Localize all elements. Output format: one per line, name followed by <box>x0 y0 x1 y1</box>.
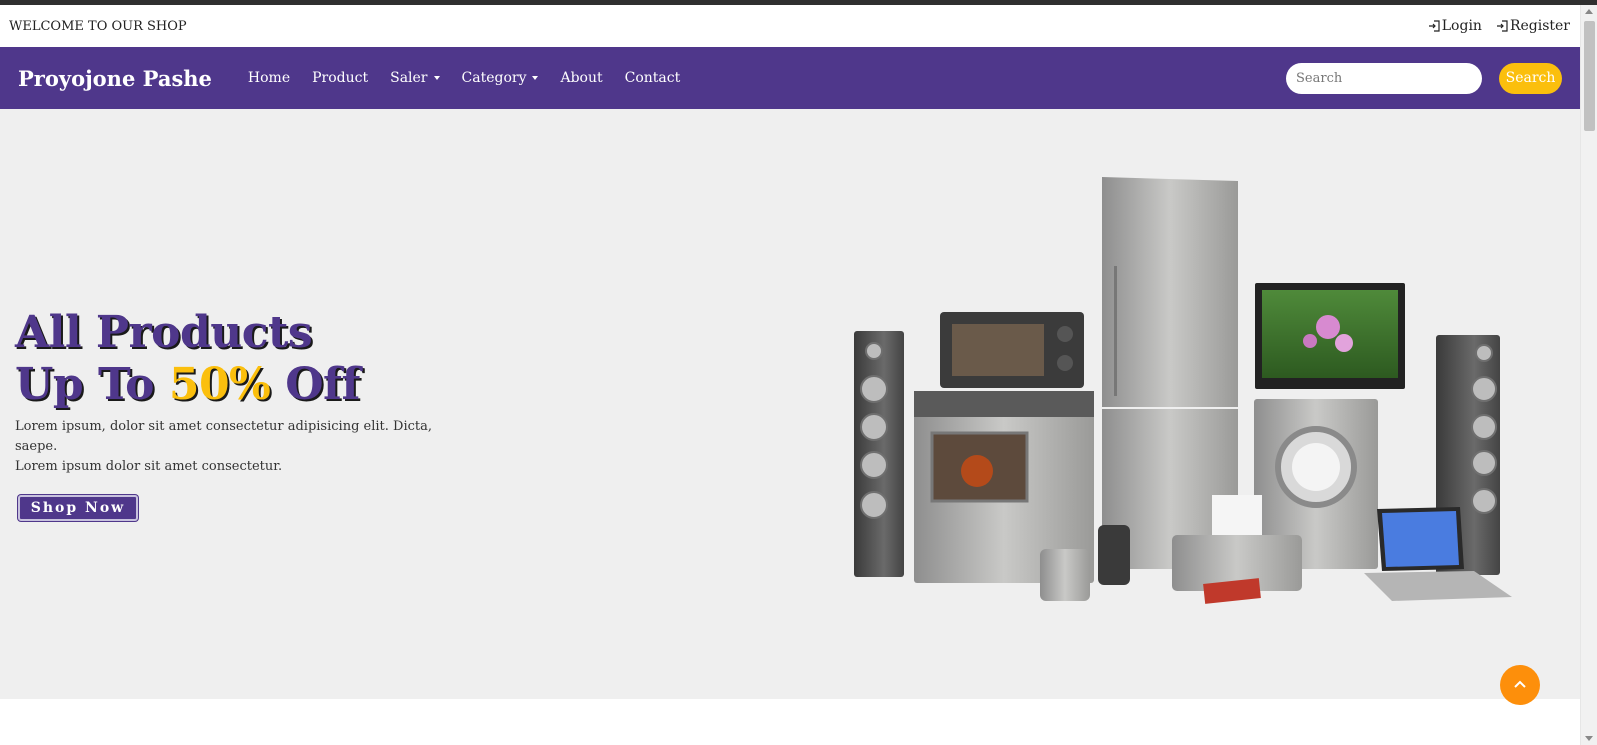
nav-category-dropdown[interactable]: Category <box>462 70 539 86</box>
nav-contact[interactable]: Contact <box>625 70 681 86</box>
hero-desc-line2: Lorem ipsum dolor sit amet consectetur. <box>15 459 283 474</box>
auth-links: Login Register <box>1428 18 1570 34</box>
scroll-down-icon[interactable] <box>1585 736 1593 741</box>
nav-product-label: Product <box>312 70 369 86</box>
nav-saler-dropdown[interactable]: Saler <box>390 70 440 86</box>
login-link[interactable]: Login <box>1428 18 1482 34</box>
login-icon <box>1496 20 1508 32</box>
hero-title: All Products Up To 50% Off <box>15 307 465 411</box>
register-label: Register <box>1509 18 1570 34</box>
hero-title-line1: All Products <box>15 307 313 358</box>
scroll-up-icon[interactable] <box>1585 9 1593 14</box>
chevron-up-icon <box>1514 680 1526 688</box>
hero-description: Lorem ipsum, dolor sit amet consectetur … <box>15 417 465 477</box>
nav-contact-label: Contact <box>624 70 681 86</box>
hero-title-line2: Up To 50% Off <box>15 359 465 411</box>
brand-logo[interactable]: Proyojone Pashe <box>18 66 212 91</box>
search-input[interactable] <box>1286 62 1482 94</box>
hero-appliances-image <box>854 177 1512 604</box>
nav-category-label: Category <box>461 70 527 86</box>
main-navbar: Proyojone Pashe Home Product Saler Categ… <box>0 47 1580 109</box>
nav-about-label: About <box>560 70 603 86</box>
hero-banner: All Products Up To 50% Off Lorem ipsum, … <box>0 109 1580 699</box>
login-icon <box>1428 20 1440 32</box>
caret-down-icon <box>433 76 440 80</box>
search-button[interactable]: Search <box>1499 62 1562 94</box>
hero-discount: 50% <box>168 359 271 410</box>
scroll-thumb[interactable] <box>1584 21 1595 131</box>
shop-now-button[interactable]: Shop Now <box>18 495 138 521</box>
nav-about[interactable]: About <box>560 70 602 86</box>
login-label: Login <box>1441 18 1482 34</box>
page-scrollbar[interactable] <box>1580 5 1597 745</box>
back-to-top-button[interactable] <box>1500 665 1540 705</box>
hero-desc-line1: Lorem ipsum, dolor sit amet consectetur … <box>15 419 432 454</box>
nav-product[interactable]: Product <box>312 70 368 86</box>
nav-links: Home Product Saler Category About Contac… <box>248 70 680 86</box>
nav-home-label: Home <box>247 70 291 86</box>
hero-title-prefix: Up To <box>15 359 155 410</box>
top-bar: WELCOME TO OUR SHOP Login Register <box>0 5 1580 47</box>
hero-title-suffix: Off <box>285 359 360 410</box>
caret-down-icon <box>532 76 539 80</box>
register-link[interactable]: Register <box>1496 18 1570 34</box>
nav-saler-label: Saler <box>390 70 428 86</box>
nav-home[interactable]: Home <box>248 70 290 86</box>
hero-text-block: All Products Up To 50% Off Lorem ipsum, … <box>15 307 465 521</box>
welcome-text: WELCOME TO OUR SHOP <box>9 18 187 34</box>
